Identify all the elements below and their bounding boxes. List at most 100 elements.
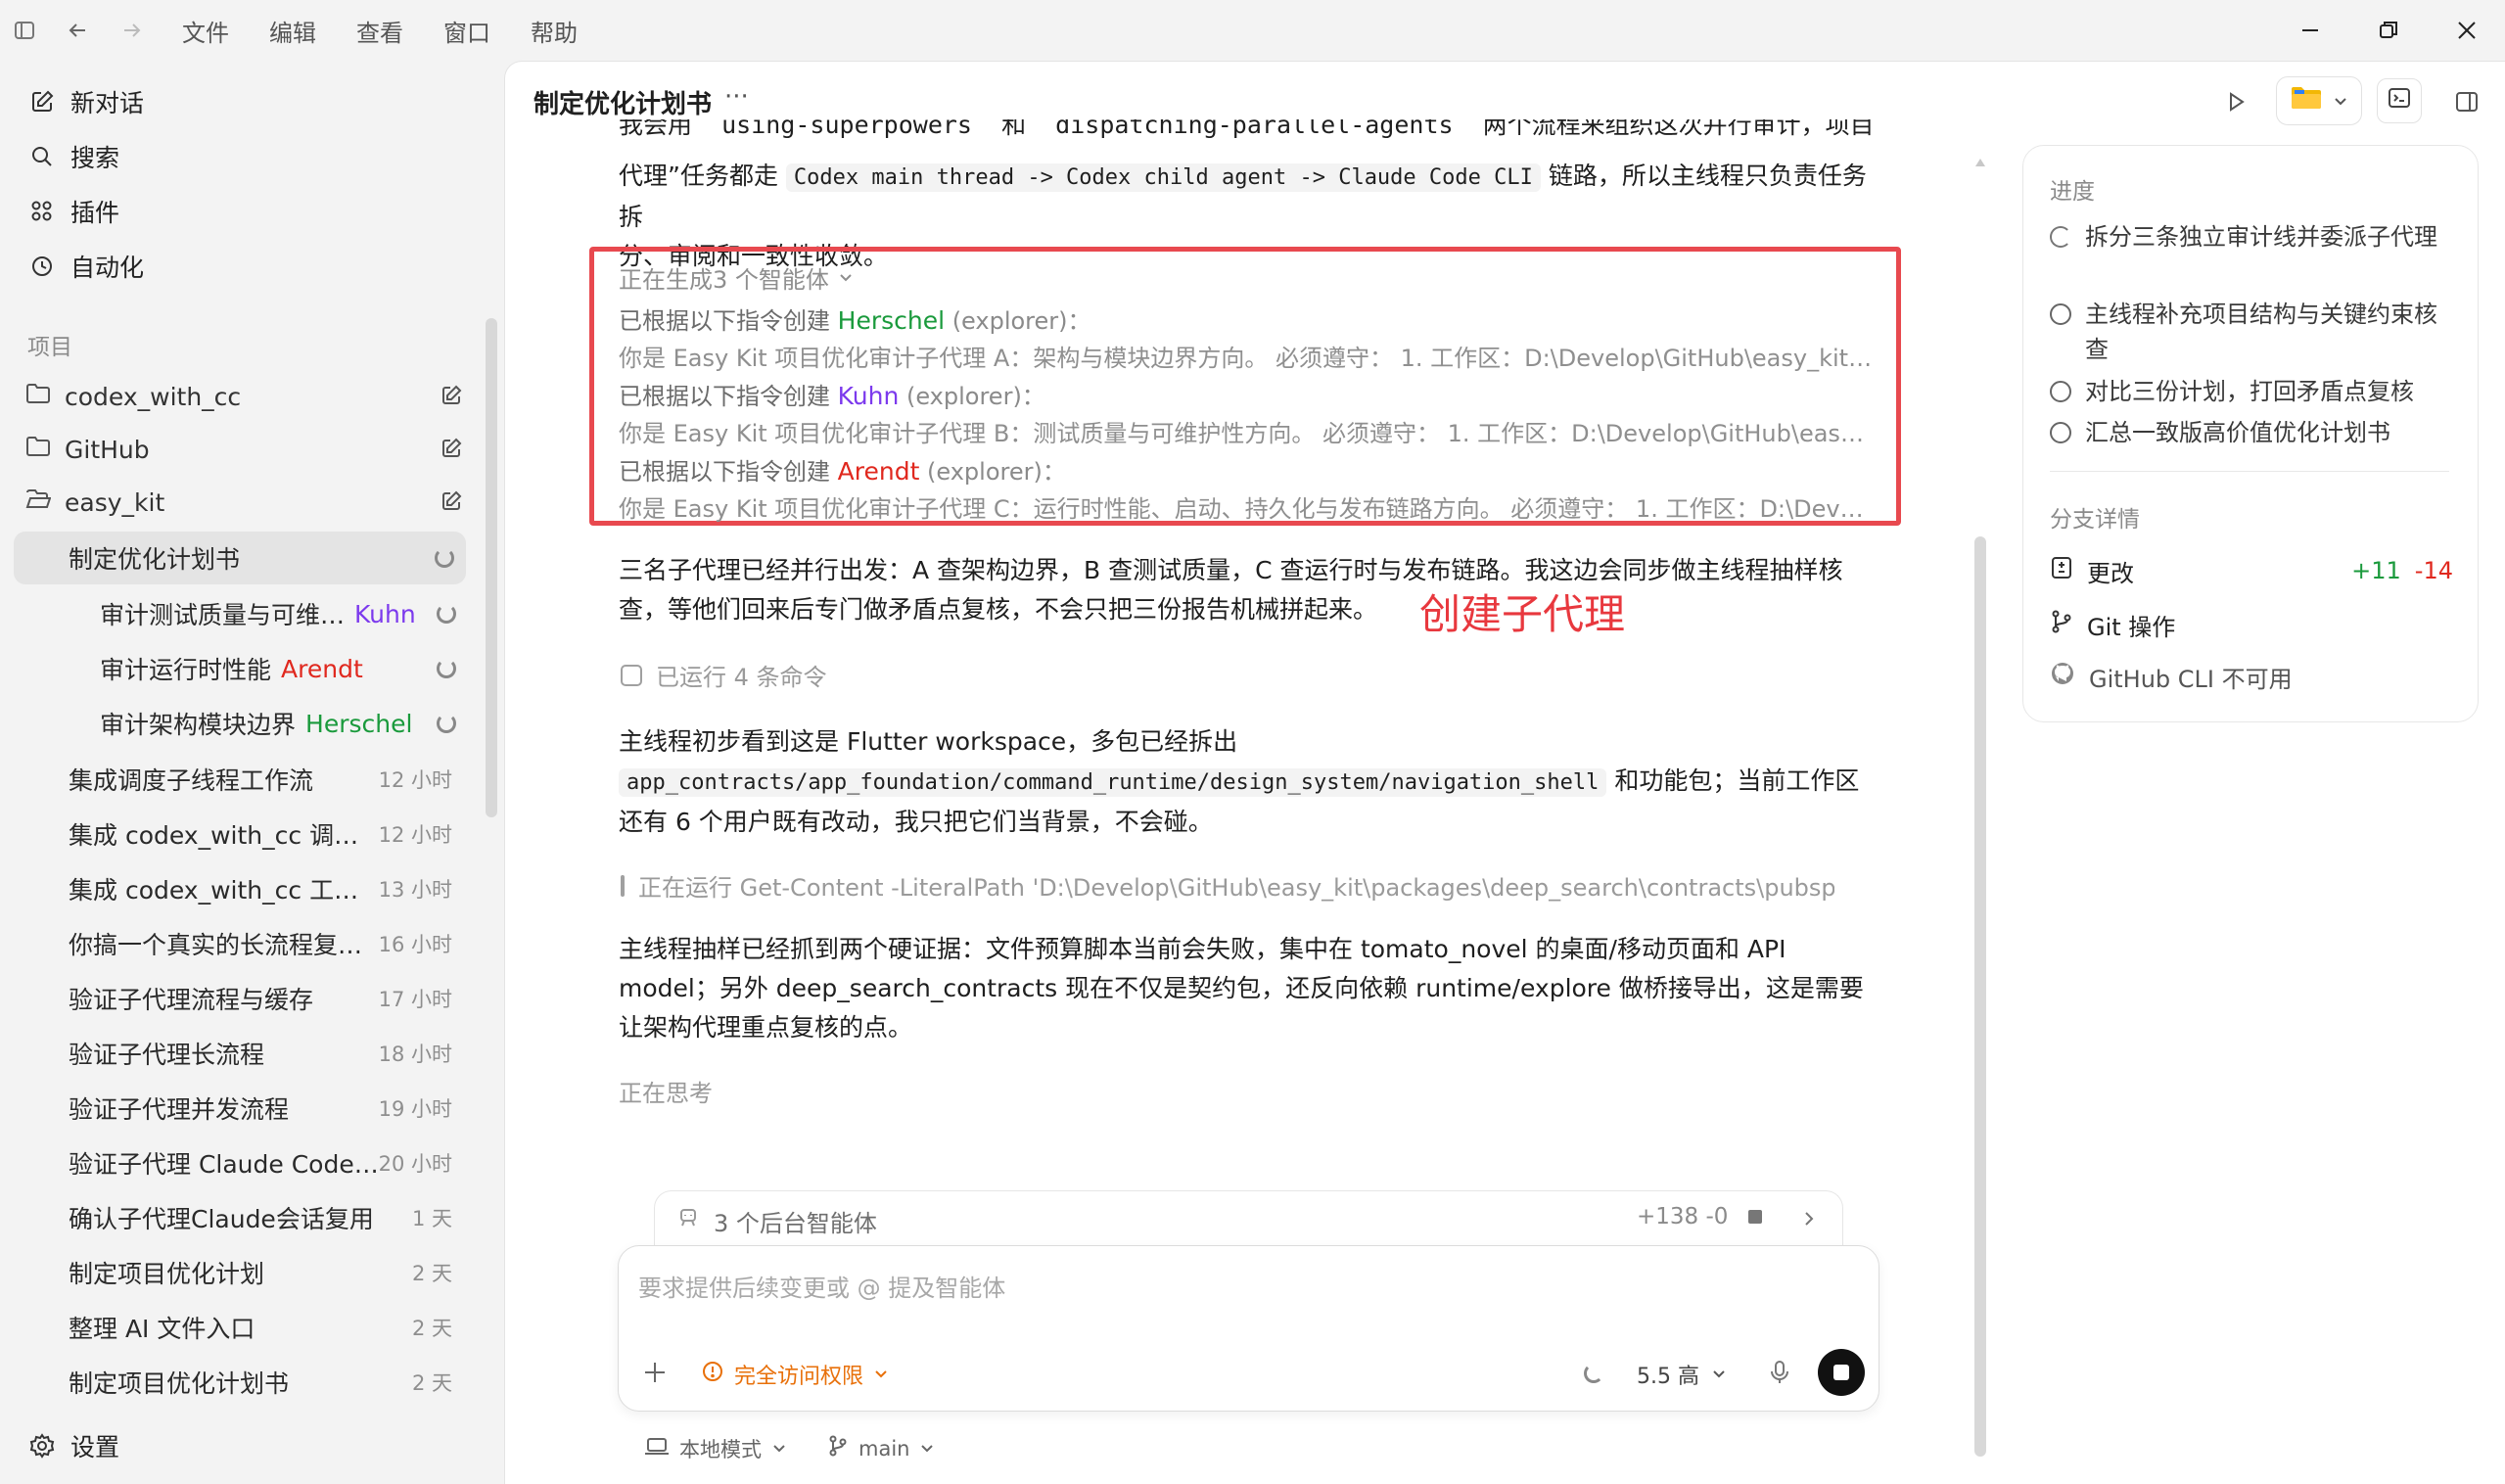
inline-code: Codex main thread -> Codex child agent -…: [785, 163, 1541, 192]
git-actions-row[interactable]: Git 操作: [2050, 605, 2453, 644]
laptop-icon: [644, 1436, 670, 1462]
thread-item[interactable]: 集成 codex_with_cc 工作流 13 小时: [69, 867, 460, 910]
todo-text: 汇总一致版高价值优化计划书: [2085, 419, 2390, 446]
branch-selector[interactable]: main: [827, 1434, 935, 1462]
open-folder-button[interactable]: [2276, 76, 2362, 125]
thread-title: 验证子代理 Claude Code CLI: [69, 1150, 382, 1179]
background-agents-bar[interactable]: 3 个后台智能体 +138 -0: [654, 1190, 1843, 1245]
loading-spinner-icon: [437, 659, 456, 678]
projects-section-label: 项目: [27, 335, 72, 360]
chevron-down-icon: [837, 264, 855, 292]
nav-plugins[interactable]: 插件: [27, 190, 119, 233]
message-text: 主线程初步看到这是 Flutter workspace，多包已经拆出: [619, 727, 1238, 756]
terminal-icon: [2387, 85, 2412, 116]
microphone-icon[interactable]: [1767, 1359, 1792, 1392]
clock-icon: [27, 252, 57, 281]
project-easy-kit[interactable]: easy_kit: [25, 481, 466, 524]
scroll-up-icon[interactable]: [1974, 147, 1986, 166]
agent-prefix: 已根据以下指令创建: [619, 458, 830, 486]
menu-file[interactable]: 文件: [182, 14, 229, 48]
menu-edit[interactable]: 编辑: [269, 14, 316, 48]
agent-name[interactable]: Herschel: [838, 306, 945, 335]
sidebar-scrollbar[interactable]: [486, 318, 497, 817]
thread-item[interactable]: 验证子代理长流程 18 小时: [69, 1032, 460, 1075]
subthread-arendt[interactable]: 审计运行时性能 Arendt: [100, 647, 462, 690]
back-icon[interactable]: [61, 14, 94, 47]
settings-button[interactable]: 设置: [27, 1424, 119, 1467]
subthread-herschel[interactable]: 审计架构模块边界 Herschel: [100, 702, 462, 745]
intro-line1: 我会用 `using-superpowers` 和 `dispatching-p…: [619, 119, 1875, 139]
menu-window[interactable]: 窗口: [443, 14, 490, 48]
model-selector[interactable]: 5.5 高: [1637, 1359, 1727, 1390]
agent-name[interactable]: Kuhn: [838, 382, 900, 410]
thread-item[interactable]: 制定项目优化计划 2 天: [69, 1251, 460, 1294]
thread-item[interactable]: 验证子代理 Claude Code CLI 20 小时: [69, 1141, 460, 1184]
running-command[interactable]: 正在运行 Get-Content -LiteralPath 'D:\Develo…: [621, 868, 1834, 903]
new-thread-icon[interactable]: [437, 381, 466, 410]
inline-code: app_contracts/app_foundation/command_run…: [619, 768, 1607, 797]
more-options-button[interactable]: ···: [724, 82, 749, 112]
agent-role: (explorer)：: [905, 383, 1045, 410]
minimize-icon[interactable]: [2291, 12, 2330, 49]
mode-label: 本地模式: [679, 1438, 762, 1461]
menu-view[interactable]: 查看: [356, 14, 403, 48]
assistant-message: 主线程初步看到这是 Flutter workspace，多包已经拆出 app_c…: [619, 722, 1881, 842]
mode-selector[interactable]: 本地模式: [644, 1434, 787, 1463]
thread-item[interactable]: 验证子代理流程与缓存 17 小时: [69, 977, 460, 1020]
changes-row[interactable]: 更改 +11 -14: [2050, 551, 2453, 590]
project-label: GitHub: [65, 435, 150, 464]
thread-time: 20 小时: [378, 1152, 452, 1176]
folder-open-icon: [25, 487, 52, 517]
toggle-right-panel-icon[interactable]: [2447, 82, 2486, 121]
project-label: easy_kit: [65, 487, 165, 517]
agents-generating-toggle[interactable]: 正在生成3 个智能体: [619, 260, 855, 295]
nav-search[interactable]: 搜索: [27, 135, 119, 178]
pending-circle-icon: [2050, 303, 2071, 325]
new-thread-icon[interactable]: [437, 487, 466, 516]
chevron-right-icon[interactable]: [1800, 1207, 1818, 1234]
stop-generation-button[interactable]: [1818, 1349, 1865, 1396]
nav-automation[interactable]: 自动化: [27, 245, 144, 288]
thread-title: 确认子代理Claude会话复用: [69, 1205, 374, 1233]
new-thread-icon[interactable]: [437, 434, 466, 463]
close-icon[interactable]: [2447, 12, 2486, 49]
thread-title: 制定优化计划书: [69, 545, 241, 574]
chat-intro-partial: 我会用 `using-superpowers` 和 `dispatching-p…: [619, 119, 1881, 145]
thread-item[interactable]: 整理 AI 文件入口 2 天: [69, 1306, 460, 1349]
lines-removed: -14: [2414, 557, 2453, 584]
stop-agents-icon[interactable]: [1748, 1210, 1762, 1224]
thread-item[interactable]: 确认子代理Claude会话复用 1 天: [69, 1196, 460, 1239]
thread-item[interactable]: 集成 codex_with_cc 调度工… 12 小时: [69, 812, 460, 856]
subthread-kuhn[interactable]: 审计测试质量与可维… Kuhn: [100, 592, 462, 635]
thinking-status: 正在思考: [619, 1080, 713, 1107]
project-github[interactable]: GitHub: [25, 428, 466, 471]
forward-icon[interactable]: [116, 14, 149, 47]
thread-item[interactable]: 你搞一个真实的长流程复杂… 16 小时: [69, 922, 460, 965]
chevron-down-icon: [1711, 1363, 1727, 1387]
thread-item[interactable]: 集成调度子线程工作流 12 小时: [69, 758, 460, 801]
todo-text: 拆分三条独立审计线并委派子代理: [2085, 223, 2437, 251]
subthread-title: 审计运行时性能: [100, 656, 272, 684]
access-permission-dropdown[interactable]: 完全访问权限: [701, 1359, 889, 1390]
add-attachment-icon[interactable]: [641, 1359, 669, 1392]
project-codex-with-cc[interactable]: codex_with_cc: [25, 375, 466, 418]
restore-icon[interactable]: [2369, 12, 2408, 49]
terminal-button[interactable]: [2377, 78, 2422, 123]
chevron-down-icon: [873, 1363, 889, 1387]
todo-item: 主线程补充项目结构与关键约束核查: [2050, 297, 2451, 367]
warning-icon: [701, 1360, 724, 1389]
thread-item[interactable]: 验证子代理并发流程 19 小时: [69, 1087, 460, 1130]
menu-help[interactable]: 帮助: [531, 14, 578, 48]
thread-active[interactable]: 制定优化计划书: [69, 536, 460, 580]
branch-label: main: [858, 1436, 910, 1461]
chat-scrollbar[interactable]: [1974, 536, 1986, 1457]
message-input[interactable]: [638, 1271, 1852, 1306]
nav-new-chat[interactable]: 新对话: [27, 80, 144, 123]
agent-name[interactable]: Arendt: [838, 457, 920, 486]
sidebar-toggle-icon[interactable]: [8, 14, 41, 47]
commands-ran-toggle[interactable]: 已运行 4 条命令: [621, 658, 827, 692]
play-icon[interactable]: [2216, 82, 2255, 121]
agent-name: Herschel: [305, 709, 413, 738]
thread-item[interactable]: 制定项目优化计划书 2 天: [69, 1361, 460, 1404]
lines-added: +11: [2351, 557, 2401, 584]
